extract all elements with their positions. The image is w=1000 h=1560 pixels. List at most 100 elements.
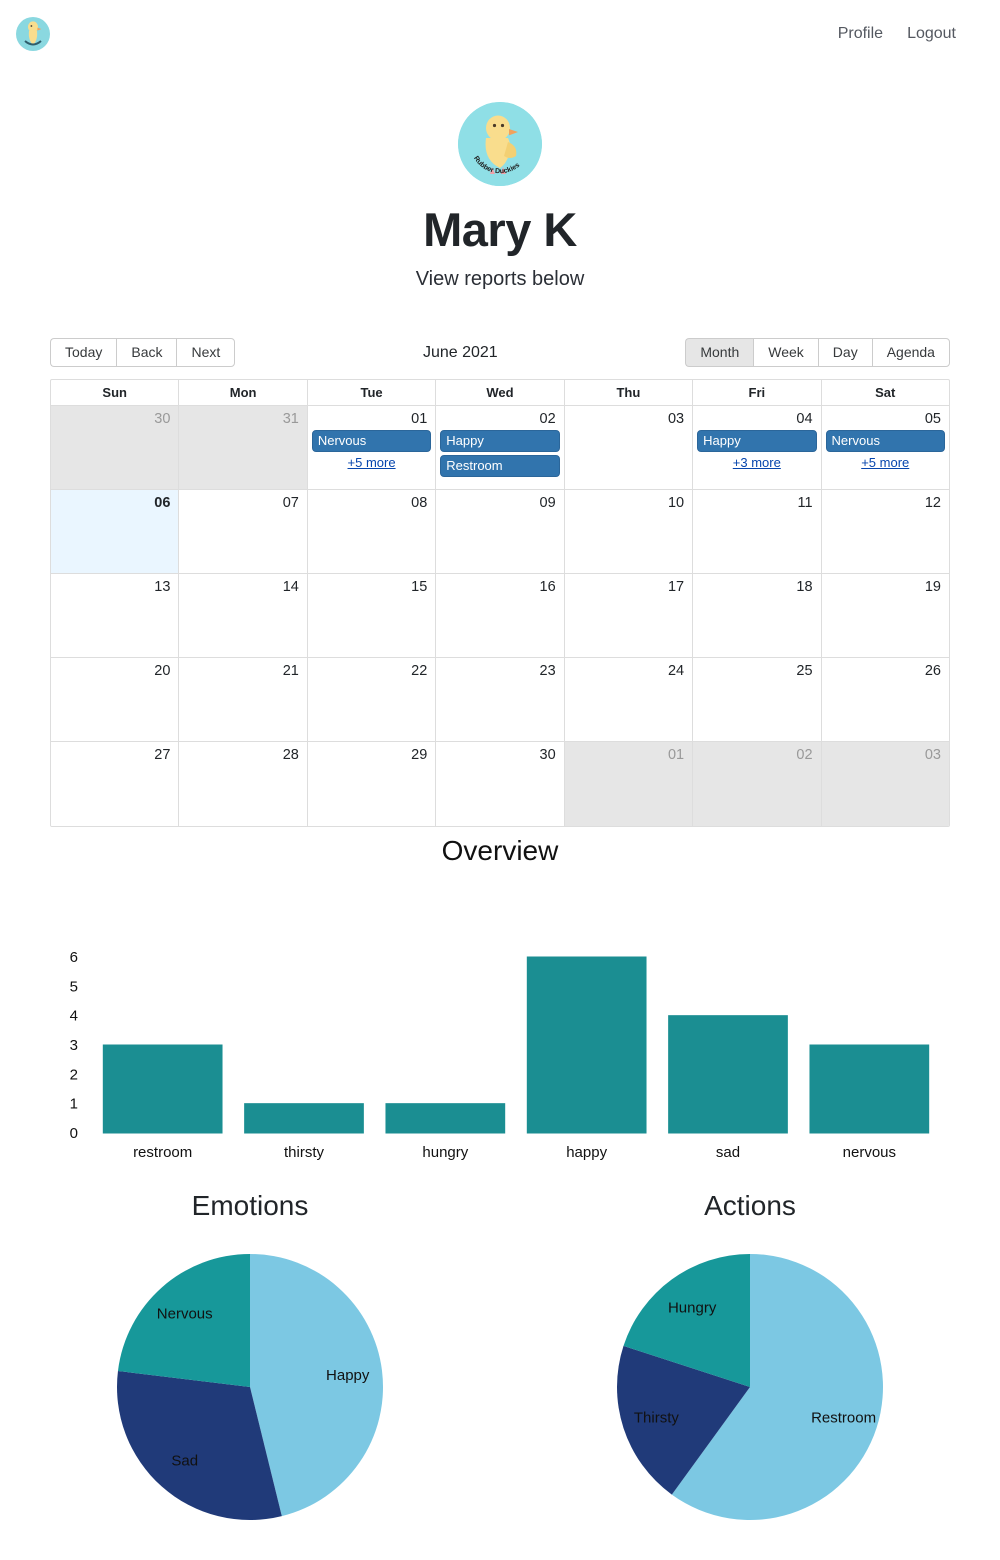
calendar-day-cell[interactable]: 28 [178, 741, 307, 826]
bar-chart-x-label: nervous [843, 1144, 896, 1161]
calendar-day-number: 21 [282, 662, 299, 679]
calendar-event[interactable]: Happy [697, 429, 817, 452]
weekday-fri: Fri [692, 379, 820, 405]
calendar-day-number: 15 [411, 578, 428, 595]
pie-slice-label: Sad [171, 1452, 198, 1469]
calendar-event[interactable]: Restroom [440, 454, 560, 478]
calendar-week-row: 20 21 22 23 24 25 26 [51, 657, 949, 742]
calendar-day-cell[interactable]: 02 Happy Restroom [435, 405, 564, 489]
calendar-day-cell[interactable]: 05 Nervous +5 more [820, 405, 949, 489]
calendar-day-number: 29 [411, 746, 428, 763]
weekday-tue: Tue [306, 379, 435, 405]
calendar-day-cell[interactable]: 10 [563, 489, 693, 573]
back-button[interactable]: Back [116, 337, 177, 368]
calendar-day-cell[interactable]: 14 [178, 573, 307, 657]
bar-chart-bar[interactable] [668, 1014, 788, 1134]
calendar-day-number: 07 [282, 494, 299, 511]
calendar-day-cell[interactable]: 18 [692, 573, 821, 657]
calendar-day-cell[interactable]: 27 [51, 741, 179, 826]
calendar-view-buttons: Month Week Day Agenda [685, 337, 950, 368]
view-button-month[interactable]: Month [685, 337, 754, 368]
nav-link-logout[interactable]: Logout [907, 25, 956, 43]
calendar-body: 30 31 01 Nervous +5 more 02 Happy Restroom 03 04 H… [51, 405, 949, 826]
calendar-day-cell[interactable]: 15 [306, 573, 436, 657]
calendar-day-cell[interactable]: 01 Nervous +5 more [306, 405, 436, 489]
bar-chart-bar[interactable] [809, 1044, 930, 1134]
calendar-day-number: 10 [667, 494, 685, 511]
calendar-day-cell[interactable]: 17 [563, 573, 693, 657]
weekday-thu: Thu [563, 379, 692, 405]
bar-chart-bar[interactable] [102, 1044, 223, 1134]
view-button-week[interactable]: Week [753, 337, 818, 368]
bar-chart-y-tick: 4 [70, 1007, 78, 1024]
calendar-day-number: 03 [667, 410, 685, 427]
calendar-day-number: 02 [539, 410, 556, 427]
bar-chart-bar[interactable] [526, 956, 647, 1134]
view-button-day[interactable]: Day [817, 337, 872, 368]
nav-links: Profile Logout [838, 25, 956, 43]
calendar-day-cell[interactable]: 02 [692, 741, 821, 826]
bar-chart-bar[interactable] [244, 1102, 364, 1134]
calendar-day-number: 24 [667, 662, 685, 679]
bar-chart-bar[interactable] [385, 1102, 506, 1134]
pie-slice-label: Thirsty [634, 1409, 680, 1426]
calendar-week-row: 13 14 15 16 17 18 19 [51, 573, 949, 658]
bar-chart-y-tick: 6 [70, 949, 78, 966]
calendar-day-cell[interactable]: 12 [820, 489, 949, 573]
show-more-events-link[interactable]: +3 more [696, 455, 817, 470]
calendar-day-number: 17 [667, 578, 685, 595]
calendar-day-number: 03 [924, 746, 941, 763]
calendar-day-number: 16 [539, 578, 556, 595]
calendar-day-cell[interactable]: 25 [692, 657, 821, 741]
calendar-day-number: 30 [154, 410, 171, 427]
show-more-events-link[interactable]: +5 more [311, 455, 432, 470]
calendar-day-number: 30 [539, 746, 556, 763]
calendar-day-number: 25 [796, 662, 813, 679]
calendar-grid: Sun Mon Tue Wed Thu Fri Sat 30 31 01 Nervou… [50, 378, 950, 827]
calendar-day-cell[interactable]: 21 [178, 657, 307, 741]
calendar-day-cell[interactable]: 30 [51, 405, 179, 489]
nav-link-profile[interactable]: Profile [838, 25, 883, 43]
calendar-day-number: 01 [411, 410, 428, 427]
view-button-agenda[interactable]: Agenda [871, 337, 950, 368]
calendar-event[interactable]: Nervous [311, 429, 432, 452]
calendar-day-cell[interactable]: 31 [178, 405, 307, 489]
calendar-day-cell[interactable]: 23 [435, 657, 564, 741]
today-button[interactable]: Today [50, 337, 117, 368]
calendar-day-cell[interactable]: 03 [563, 405, 693, 489]
calendar-weekday-header: Sun Mon Tue Wed Thu Fri Sat [51, 379, 949, 406]
next-button[interactable]: Next [176, 337, 236, 368]
calendar-event[interactable]: Nervous [825, 429, 945, 452]
bar-chart-svg: 0 1 2 3 4 5 6 restroom thirsty hungry happy sad nerv… [70, 949, 930, 1161]
calendar-day-cell[interactable]: 07 [178, 489, 307, 573]
bar-chart-y-tick: 5 [70, 978, 78, 995]
calendar-day-cell[interactable]: 04 Happy +3 more [692, 405, 821, 489]
bar-chart-x-label: thirsty [284, 1144, 325, 1161]
rubber-duck-logo-icon[interactable] [16, 17, 50, 51]
calendar-day-cell[interactable]: 24 [563, 657, 693, 741]
rubber-duck-badge-icon: Rubber Duckies [458, 102, 542, 186]
actions-title: Actions [704, 1189, 796, 1221]
calendar: Today Back Next June 2021 Month Week Day… [50, 337, 950, 827]
calendar-day-cell[interactable]: 30 [435, 741, 564, 826]
calendar-day-cell[interactable]: 11 [692, 489, 821, 573]
calendar-day-cell[interactable]: 08 [306, 489, 436, 573]
calendar-day-number: 31 [282, 410, 299, 427]
calendar-day-cell[interactable]: 06 [51, 489, 179, 573]
calendar-day-cell[interactable]: 13 [51, 573, 179, 657]
calendar-day-number: 06 [154, 494, 171, 511]
calendar-day-cell[interactable]: 20 [51, 657, 179, 741]
calendar-day-cell[interactable]: 29 [306, 741, 436, 826]
calendar-day-cell[interactable]: 03 [820, 741, 949, 826]
bar-chart-y-tick: 1 [70, 1095, 78, 1112]
calendar-day-number: 01 [667, 746, 685, 763]
calendar-event[interactable]: Happy [440, 429, 560, 452]
calendar-week-row: 30 31 01 Nervous +5 more 02 Happy Restroom 03 04 H… [51, 405, 949, 490]
show-more-events-link[interactable]: +5 more [825, 455, 946, 470]
calendar-day-cell[interactable]: 09 [435, 489, 564, 573]
calendar-day-cell[interactable]: 16 [435, 573, 564, 657]
calendar-day-cell[interactable]: 22 [306, 657, 436, 741]
calendar-day-cell[interactable]: 01 [563, 741, 693, 826]
calendar-day-cell[interactable]: 19 [820, 573, 949, 657]
calendar-day-cell[interactable]: 26 [820, 657, 949, 741]
